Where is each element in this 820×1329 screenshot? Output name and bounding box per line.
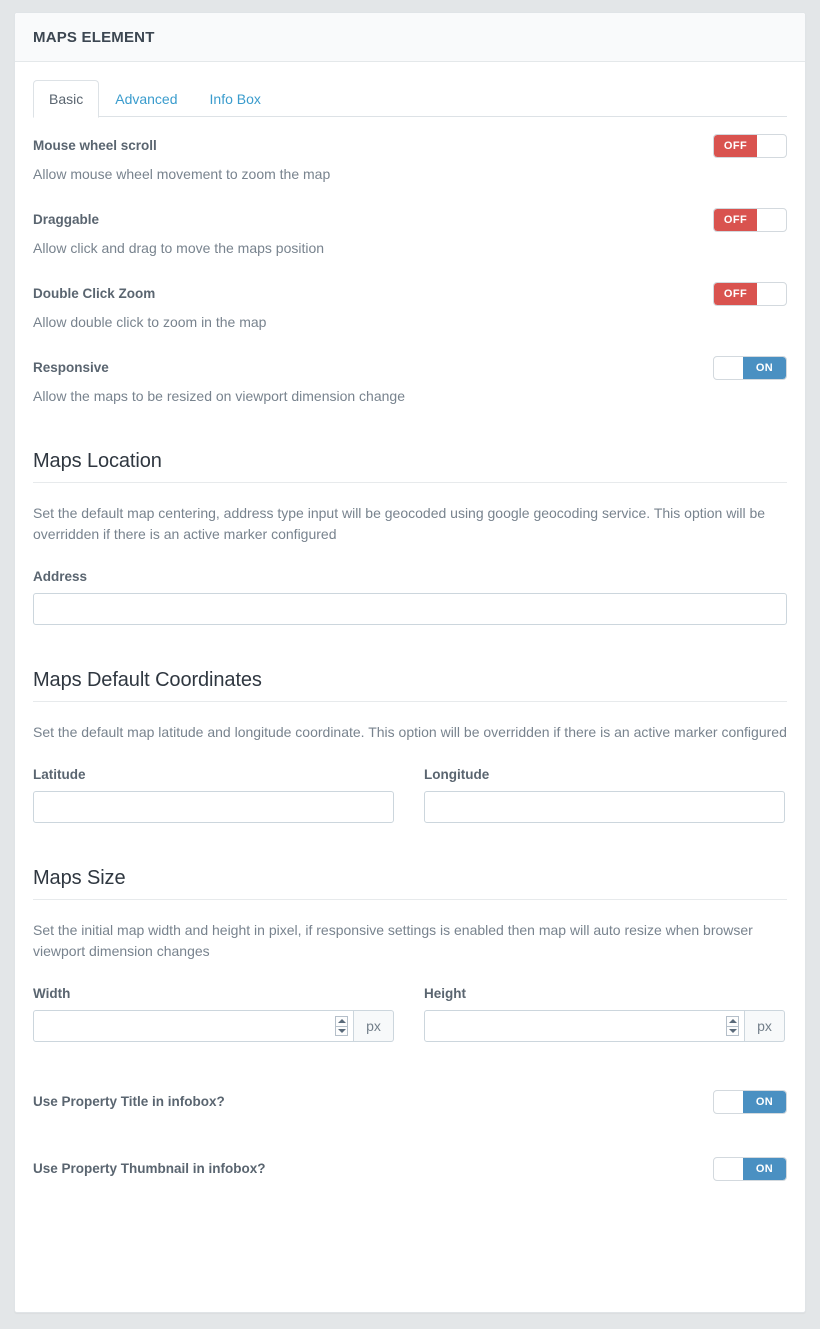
section-title-maps-location: Maps Location — [33, 450, 787, 483]
label-longitude: Longitude — [424, 767, 490, 782]
label-width: Width — [33, 986, 71, 1001]
option-row-use-property-thumbnail: Use Property Thumbnail in infobox? ON — [33, 1157, 787, 1181]
field-group-longitude: Longitude — [424, 767, 785, 823]
maps-element-panel: MAPS ELEMENT Basic Advanced Info Box Mouse… — [14, 12, 806, 1313]
toggle-state-label: OFF — [714, 135, 757, 157]
option-help-mouse-wheel-scroll: Allow mouse wheel movement to zoom the m… — [33, 166, 331, 182]
width-input-group: px — [33, 1010, 394, 1042]
toggle-mouse-wheel-scroll[interactable]: OFF — [713, 134, 787, 158]
width-number-wrapper — [33, 1010, 354, 1042]
option-help-draggable: Allow click and drag to move the maps po… — [33, 240, 325, 256]
toggle-draggable[interactable]: OFF — [713, 208, 787, 232]
option-help-double-click-zoom: Allow double click to zoom in the map — [33, 314, 267, 330]
stepper-divider — [727, 1025, 738, 1027]
field-group-height: Height px — [424, 986, 785, 1042]
field-group-width: Width px — [33, 986, 394, 1042]
toggle-state-label: ON — [743, 1158, 786, 1180]
tab-advanced[interactable]: Advanced — [99, 80, 193, 118]
option-label-use-property-thumbnail: Use Property Thumbnail in infobox? — [33, 1161, 266, 1176]
option-row-mouse-wheel-scroll: Mouse wheel scroll Allow mouse wheel mov… — [33, 134, 787, 184]
option-label-draggable: Draggable — [33, 212, 100, 227]
section-maps-location: Maps Location Set the default map center… — [33, 450, 787, 625]
field-group-address: Address — [33, 569, 787, 625]
tab-bar: Basic Advanced Info Box — [33, 80, 787, 118]
label-latitude: Latitude — [33, 767, 86, 782]
option-label-responsive: Responsive — [33, 360, 109, 375]
toggle-responsive[interactable]: ON — [713, 356, 787, 380]
option-label-double-click-zoom: Double Click Zoom — [33, 286, 156, 301]
bottom-spacer — [33, 1176, 787, 1218]
section-description-maps-location: Set the default map centering, address t… — [33, 505, 766, 542]
section-maps-default-coordinates: Maps Default Coordinates Set the default… — [33, 669, 787, 823]
width-input[interactable] — [33, 1010, 354, 1042]
section-title-maps-size: Maps Size — [33, 867, 787, 900]
width-unit-addon: px — [354, 1010, 394, 1042]
section-description-maps-default-coordinates: Set the default map latitude and longitu… — [33, 724, 787, 740]
size-fields: Width px Height px — [33, 986, 787, 1042]
panel-header: MAPS ELEMENT — [15, 13, 805, 62]
option-row-double-click-zoom: Double Click Zoom Allow double click to … — [33, 282, 787, 332]
toggle-use-property-thumbnail[interactable]: ON — [713, 1157, 787, 1181]
page-title: MAPS ELEMENT — [33, 29, 155, 46]
chevron-down-icon[interactable] — [728, 1029, 737, 1033]
section-maps-size: Maps Size Set the initial map width and … — [33, 867, 787, 1042]
height-number-wrapper — [424, 1010, 745, 1042]
label-height: Height — [424, 986, 466, 1001]
width-stepper[interactable] — [335, 1016, 348, 1036]
address-input[interactable] — [33, 593, 787, 625]
section-description-maps-size: Set the initial map width and height in … — [33, 922, 753, 959]
option-help-responsive: Allow the maps to be resized on viewport… — [33, 388, 405, 404]
chevron-up-icon[interactable] — [728, 1019, 737, 1023]
longitude-input[interactable] — [424, 791, 785, 823]
section-title-maps-default-coordinates: Maps Default Coordinates — [33, 669, 787, 702]
option-row-responsive: Responsive Allow the maps to be resized … — [33, 356, 787, 406]
toggle-state-label: OFF — [714, 209, 757, 231]
toggle-state-label: ON — [743, 1091, 786, 1113]
chevron-down-icon[interactable] — [337, 1029, 346, 1033]
coordinates-fields: Latitude Longitude — [33, 767, 787, 823]
tab-info-box[interactable]: Info Box — [194, 80, 277, 118]
option-row-use-property-title: Use Property Title in infobox? ON — [33, 1090, 787, 1114]
label-address: Address — [33, 569, 88, 584]
option-label-mouse-wheel-scroll: Mouse wheel scroll — [33, 138, 157, 153]
height-unit-addon: px — [745, 1010, 785, 1042]
tab-basic[interactable]: Basic — [33, 80, 100, 118]
chevron-up-icon[interactable] — [337, 1019, 346, 1023]
toggle-use-property-title[interactable]: ON — [713, 1090, 787, 1114]
stepper-divider — [336, 1025, 347, 1027]
height-input-group: px — [424, 1010, 785, 1042]
height-input[interactable] — [424, 1010, 745, 1042]
latitude-input[interactable] — [33, 791, 394, 823]
toggle-double-click-zoom[interactable]: OFF — [713, 282, 787, 306]
panel-body: Basic Advanced Info Box Mouse wheel scroll… — [15, 62, 805, 1244]
option-row-draggable: Draggable Allow click and drag to move t… — [33, 208, 787, 258]
toggle-state-label: ON — [743, 357, 786, 379]
toggle-state-label: OFF — [714, 283, 757, 305]
field-group-latitude: Latitude — [33, 767, 394, 823]
height-stepper[interactable] — [726, 1016, 739, 1036]
option-label-use-property-title: Use Property Title in infobox? — [33, 1094, 225, 1109]
